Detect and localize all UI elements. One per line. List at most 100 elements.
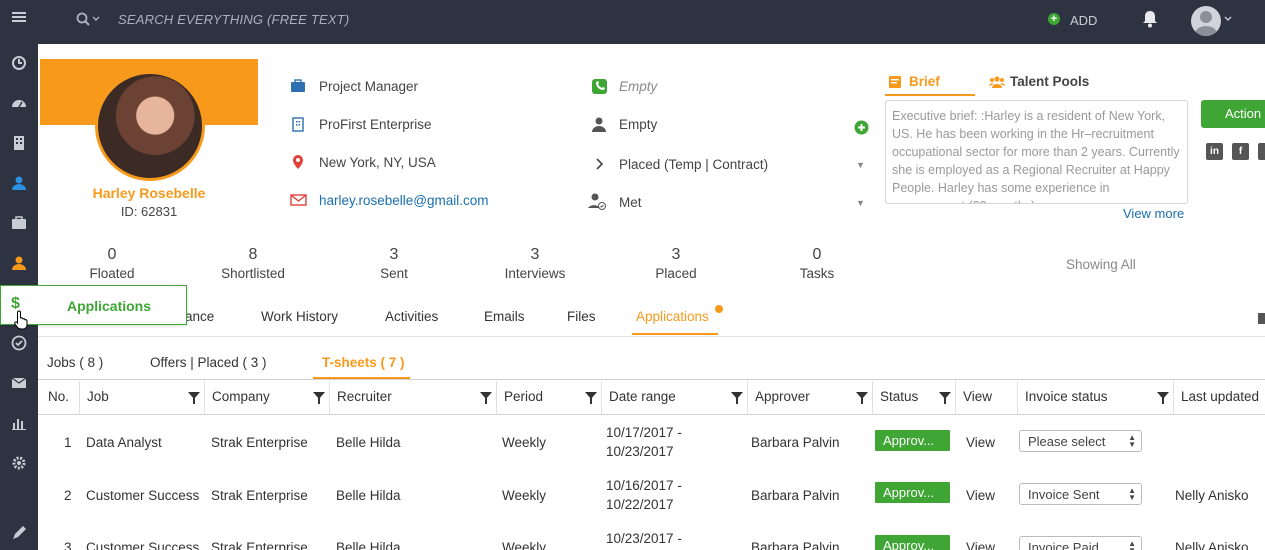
status-badge[interactable]: Approv... — [875, 430, 950, 451]
column-header-no[interactable]: No. — [41, 381, 79, 415]
stat-sent[interactable]: 3 Sent — [344, 246, 444, 281]
expand-icon[interactable] — [1258, 313, 1265, 324]
column-header-status[interactable]: Status — [872, 381, 955, 415]
stat-tasks[interactable]: 0 Tasks — [767, 246, 867, 281]
caret-down-icon[interactable]: ▼ — [856, 198, 865, 208]
job-link[interactable]: Data Analyst — [86, 435, 162, 450]
tab-attendance[interactable]: ance — [185, 309, 214, 324]
status-badge[interactable]: Approv... — [875, 482, 950, 503]
menu-icon[interactable] — [0, 2, 38, 32]
filter-icon[interactable] — [731, 392, 743, 404]
invoice-status-select[interactable]: Please select ▲ ▼ — [1019, 430, 1142, 452]
edit-icon[interactable] — [0, 518, 38, 548]
recruiter-name: Belle Hilda — [336, 435, 401, 450]
company-link[interactable]: Strak Enterprise — [211, 488, 308, 503]
history-icon[interactable] — [0, 48, 38, 78]
tab-talent-pools[interactable]: Talent Pools — [1010, 74, 1089, 89]
company-link[interactable]: Strak Enterprise — [211, 540, 308, 550]
showing-all-filter[interactable]: Showing All — [1066, 257, 1136, 272]
stat-placed[interactable]: 3 Placed — [626, 246, 726, 281]
meeting-status[interactable]: Met — [619, 195, 642, 210]
column-header-period[interactable]: Period — [496, 381, 601, 415]
candidates-icon[interactable] — [0, 168, 38, 198]
email-link[interactable]: harley.rosebelle@gmail.com — [319, 193, 489, 208]
approver-link[interactable]: Barbara Palvin — [751, 488, 840, 503]
companies-icon[interactable] — [0, 128, 38, 158]
action-button[interactable]: Action — [1201, 100, 1265, 128]
jobs-icon[interactable] — [0, 208, 38, 238]
tab-emails[interactable]: Emails — [484, 309, 525, 324]
placement-status[interactable]: Placed (Temp | Contract) — [619, 157, 768, 172]
date-range-start: 10/16/2017 - — [606, 478, 682, 493]
column-header-last-updated[interactable]: Last updated — [1173, 381, 1265, 415]
stat-value: 3 — [671, 246, 681, 263]
group-icon — [989, 76, 1005, 88]
add-circle-icon[interactable] — [852, 118, 870, 136]
contacts-icon[interactable] — [0, 248, 38, 278]
column-header-view[interactable]: View — [955, 381, 1017, 415]
mail-icon[interactable] — [0, 368, 38, 398]
subtab-tsheets[interactable]: T-sheets ( 7 ) — [322, 355, 405, 370]
view-link[interactable]: View — [966, 540, 995, 550]
user-avatar[interactable] — [1191, 6, 1221, 36]
phone-value[interactable]: Empty — [619, 79, 657, 94]
bell-icon[interactable] — [1142, 10, 1158, 28]
stat-shortlisted[interactable]: 8 Shortlisted — [203, 246, 303, 281]
dashboard-icon[interactable] — [0, 88, 38, 118]
approver-link[interactable]: Barbara Palvin — [751, 540, 840, 550]
period-value: Weekly — [502, 435, 547, 450]
approver-link[interactable]: Barbara Palvin — [751, 435, 840, 450]
column-header-company[interactable]: Company — [204, 381, 329, 415]
status-badge[interactable]: Approv... — [875, 535, 950, 550]
filter-icon[interactable] — [1157, 392, 1169, 404]
search-icon[interactable] — [76, 12, 90, 26]
twitter-icon[interactable]: t — [1258, 143, 1265, 160]
view-more-link[interactable]: View more — [1123, 206, 1184, 221]
filter-icon[interactable] — [188, 392, 200, 404]
filter-icon[interactable] — [939, 392, 951, 404]
tasks-icon[interactable] — [0, 328, 38, 358]
reports-icon[interactable] — [0, 408, 38, 438]
filter-icon[interactable] — [585, 392, 597, 404]
invoice-status-value: Invoice Sent — [1028, 487, 1100, 502]
settings-icon[interactable] — [0, 448, 38, 478]
tab-brief[interactable]: Brief — [909, 74, 940, 89]
linkedin-icon[interactable]: in — [1206, 143, 1223, 160]
column-header-invoice-status[interactable]: Invoice status — [1017, 381, 1173, 415]
column-header-date-range[interactable]: Date range — [601, 381, 747, 415]
phone-icon — [590, 77, 608, 95]
column-header-recruiter[interactable]: Recruiter — [329, 381, 496, 415]
add-button[interactable]: ADD — [1070, 13, 1097, 28]
filter-icon[interactable] — [313, 392, 325, 404]
chevron-down-icon[interactable] — [1224, 16, 1232, 22]
stat-value: 0 — [812, 246, 822, 263]
filter-icon[interactable] — [480, 392, 492, 404]
building-icon — [289, 115, 307, 133]
invoice-status-select[interactable]: Invoice Paid ▲▼ — [1019, 536, 1142, 550]
filter-icon[interactable] — [856, 392, 868, 404]
column-header-approver[interactable]: Approver — [747, 381, 872, 415]
view-link[interactable]: View — [966, 488, 995, 503]
tab-activities[interactable]: Activities — [385, 309, 438, 324]
facebook-icon[interactable]: f — [1232, 143, 1249, 160]
subtab-jobs[interactable]: Jobs ( 8 ) — [47, 355, 103, 370]
job-link[interactable]: Customer Success — [86, 488, 199, 503]
view-link[interactable]: View — [966, 435, 995, 450]
stat-floated[interactable]: 0 Floated — [62, 246, 162, 281]
add-icon[interactable]: + — [1048, 13, 1060, 25]
caret-down-icon[interactable]: ▼ — [856, 160, 865, 170]
tab-applications[interactable]: Applications — [636, 309, 709, 324]
job-link[interactable]: Customer Success — [86, 540, 199, 550]
stat-label: Interviews — [504, 266, 566, 281]
subtab-offers-placed[interactable]: Offers | Placed ( 3 ) — [150, 355, 267, 370]
stat-interviews[interactable]: 3 Interviews — [485, 246, 585, 281]
stat-value: 3 — [389, 246, 399, 263]
company-link[interactable]: Strak Enterprise — [211, 435, 308, 450]
tab-work-history[interactable]: Work History — [261, 309, 338, 324]
tab-files[interactable]: Files — [567, 309, 596, 324]
invoice-status-select[interactable]: Invoice Sent ▲ ▼ — [1019, 483, 1142, 505]
brief-textarea[interactable]: Executive brief: :Harley is a resident o… — [885, 100, 1188, 204]
chevron-down-icon[interactable] — [92, 16, 100, 22]
column-header-job[interactable]: Job — [79, 381, 204, 415]
search-input[interactable]: SEARCH EVERYTHING (FREE TEXT) — [118, 12, 349, 27]
